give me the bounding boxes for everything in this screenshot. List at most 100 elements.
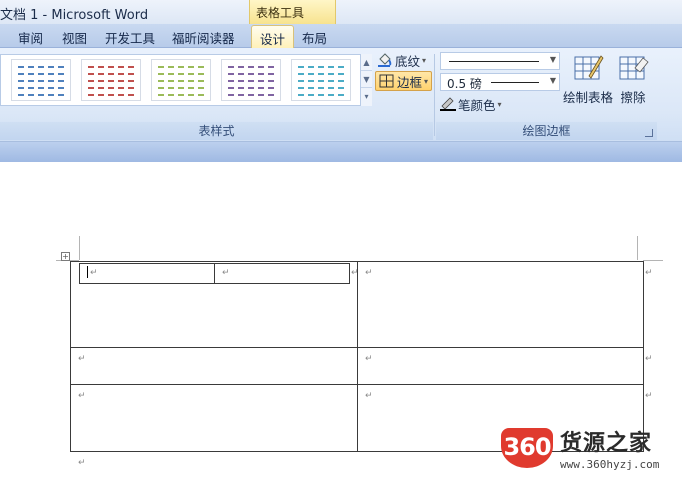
gallery-more-icon[interactable]: ▾ [361, 88, 372, 105]
table-style-line [298, 80, 344, 82]
table-style-3[interactable] [151, 59, 211, 101]
dialog-launcher-icon[interactable] [645, 129, 653, 137]
gallery-scroll-down-icon[interactable]: ▼ [361, 71, 372, 88]
eraser-label: 擦除 [620, 90, 646, 105]
table-style-4[interactable] [221, 59, 281, 101]
window-title: 文档 1 - Microsoft Word [0, 8, 149, 23]
table-style-line [228, 80, 274, 82]
table-style-line [158, 73, 204, 75]
table-style-line [228, 94, 274, 96]
paragraph-mark: ↵ [365, 268, 373, 278]
shading-dropdown-icon: ▾ [422, 55, 427, 65]
table-style-line [88, 66, 134, 68]
paint-bucket-icon [377, 53, 393, 67]
table-style-line [298, 66, 344, 68]
table-style-line [88, 94, 134, 96]
eraser-icon [617, 52, 649, 84]
line-style-dropdown-icon: ▼ [549, 55, 556, 64]
pen-color-button[interactable]: 笔颜色 ▾ [440, 94, 502, 114]
table-style-line [88, 73, 134, 75]
ribbon: ▲ ▼ ▾ 底纹 ▾ 边框 ▾ 表样式 ▼ 0.5 磅 ▼ 笔颜色 ▾ 绘制表格… [0, 48, 682, 142]
tab-developer[interactable]: 开发工具 [105, 28, 155, 47]
crop-mark [637, 236, 638, 260]
paragraph-mark: ↵ [90, 268, 98, 278]
paragraph-mark: ↵ [78, 458, 86, 468]
line-style-select[interactable]: ▼ [440, 52, 560, 70]
table-style-line [158, 80, 204, 82]
nested-table-right [349, 263, 350, 284]
table-style-line [18, 66, 64, 68]
pen-color-label: 笔颜色 [458, 97, 496, 113]
table-style-line [158, 94, 204, 96]
paragraph-mark: ↵ [645, 391, 653, 401]
table-border-right [643, 261, 644, 452]
table-style-line [18, 87, 64, 89]
pen-color-dropdown-icon: ▾ [497, 99, 502, 109]
table-style-line [158, 87, 204, 89]
table-style-line [158, 66, 204, 68]
paragraph-mark: ↵ [645, 268, 653, 278]
group-separator [434, 54, 435, 136]
draw-borders-group-label: 绘图边框 [436, 122, 657, 140]
table-styles-group-label: 表样式 [0, 122, 433, 140]
eraser-button[interactable]: 擦除 [607, 52, 659, 106]
nested-table-divider [214, 263, 215, 284]
table-style-line [228, 87, 274, 89]
table-styles-group: ▲ ▼ ▾ 底纹 ▾ 边框 ▾ 表样式 [0, 48, 433, 142]
text-cursor [87, 266, 88, 278]
table-style-line [18, 94, 64, 96]
draw-borders-group: ▼ 0.5 磅 ▼ 笔颜色 ▾ 绘制表格 擦除 绘图边框 [436, 48, 657, 142]
table-style-2[interactable] [81, 59, 141, 101]
paragraph-mark: ↵ [645, 354, 653, 364]
borders-button[interactable]: 边框 ▾ [375, 71, 433, 91]
borders-icon [379, 74, 395, 88]
paragraph-mark: ↵ [365, 354, 373, 364]
pen-icon [440, 97, 456, 111]
table-style-line [88, 87, 134, 89]
line-weight-dropdown-icon: ▼ [549, 76, 556, 85]
table-style-1[interactable] [11, 59, 71, 101]
table-style-line [298, 87, 344, 89]
table-style-line [88, 80, 134, 82]
draw-table-icon [572, 52, 604, 84]
line-weight-preview [491, 82, 539, 83]
crop-mark [79, 236, 80, 260]
paragraph-mark: ↵ [351, 268, 359, 278]
table-style-line [228, 66, 274, 68]
table-style-line [18, 80, 64, 82]
paragraph-mark: ↵ [365, 391, 373, 401]
table-move-handle-icon[interactable]: + [61, 252, 70, 261]
table-column-divider [357, 261, 358, 452]
watermark-badge-text: 360 [503, 433, 551, 461]
table-style-line [298, 94, 344, 96]
line-style-preview [449, 61, 539, 62]
table-style-line [228, 73, 274, 75]
paragraph-mark: ↵ [78, 391, 86, 401]
tab-layout[interactable]: 布局 [302, 28, 327, 47]
gallery-scroll-up-icon[interactable]: ▲ [361, 54, 372, 71]
table-style-5[interactable] [291, 59, 351, 101]
context-header-label: 表格工具 [256, 6, 305, 20]
line-weight-select[interactable]: 0.5 磅 ▼ [440, 73, 560, 91]
shading-button[interactable]: 底纹 ▾ [377, 50, 426, 70]
borders-dropdown-icon: ▾ [424, 76, 429, 86]
draw-table-label: 绘制表格 [562, 90, 613, 105]
nested-table-left [79, 263, 80, 284]
borders-label: 边框 [397, 74, 423, 90]
watermark-site-name: 货源之家 [560, 431, 653, 456]
gallery-scrollbar[interactable]: ▲ ▼ ▾ [360, 54, 372, 106]
ribbon-tab-row: 审阅 视图 开发工具 福昕阅读器 设计 布局 [0, 24, 682, 48]
tab-view[interactable]: 视图 [62, 28, 87, 47]
watermark-url: www.360hyzj.com [560, 458, 660, 471]
ribbon-bottom-strip [0, 142, 682, 162]
table-border-left [70, 261, 71, 452]
shading-label: 底纹 [395, 53, 421, 69]
title-bar: 文档 1 - Microsoft Word [0, 0, 682, 24]
tab-review[interactable]: 审阅 [18, 28, 43, 47]
table-style-gallery [0, 54, 370, 106]
crop-mark [643, 260, 663, 261]
table-style-line [298, 73, 344, 75]
tab-foxit-reader[interactable]: 福昕阅读器 [172, 28, 235, 47]
paragraph-mark: ↵ [78, 354, 86, 364]
tab-design[interactable]: 设计 [251, 25, 295, 48]
